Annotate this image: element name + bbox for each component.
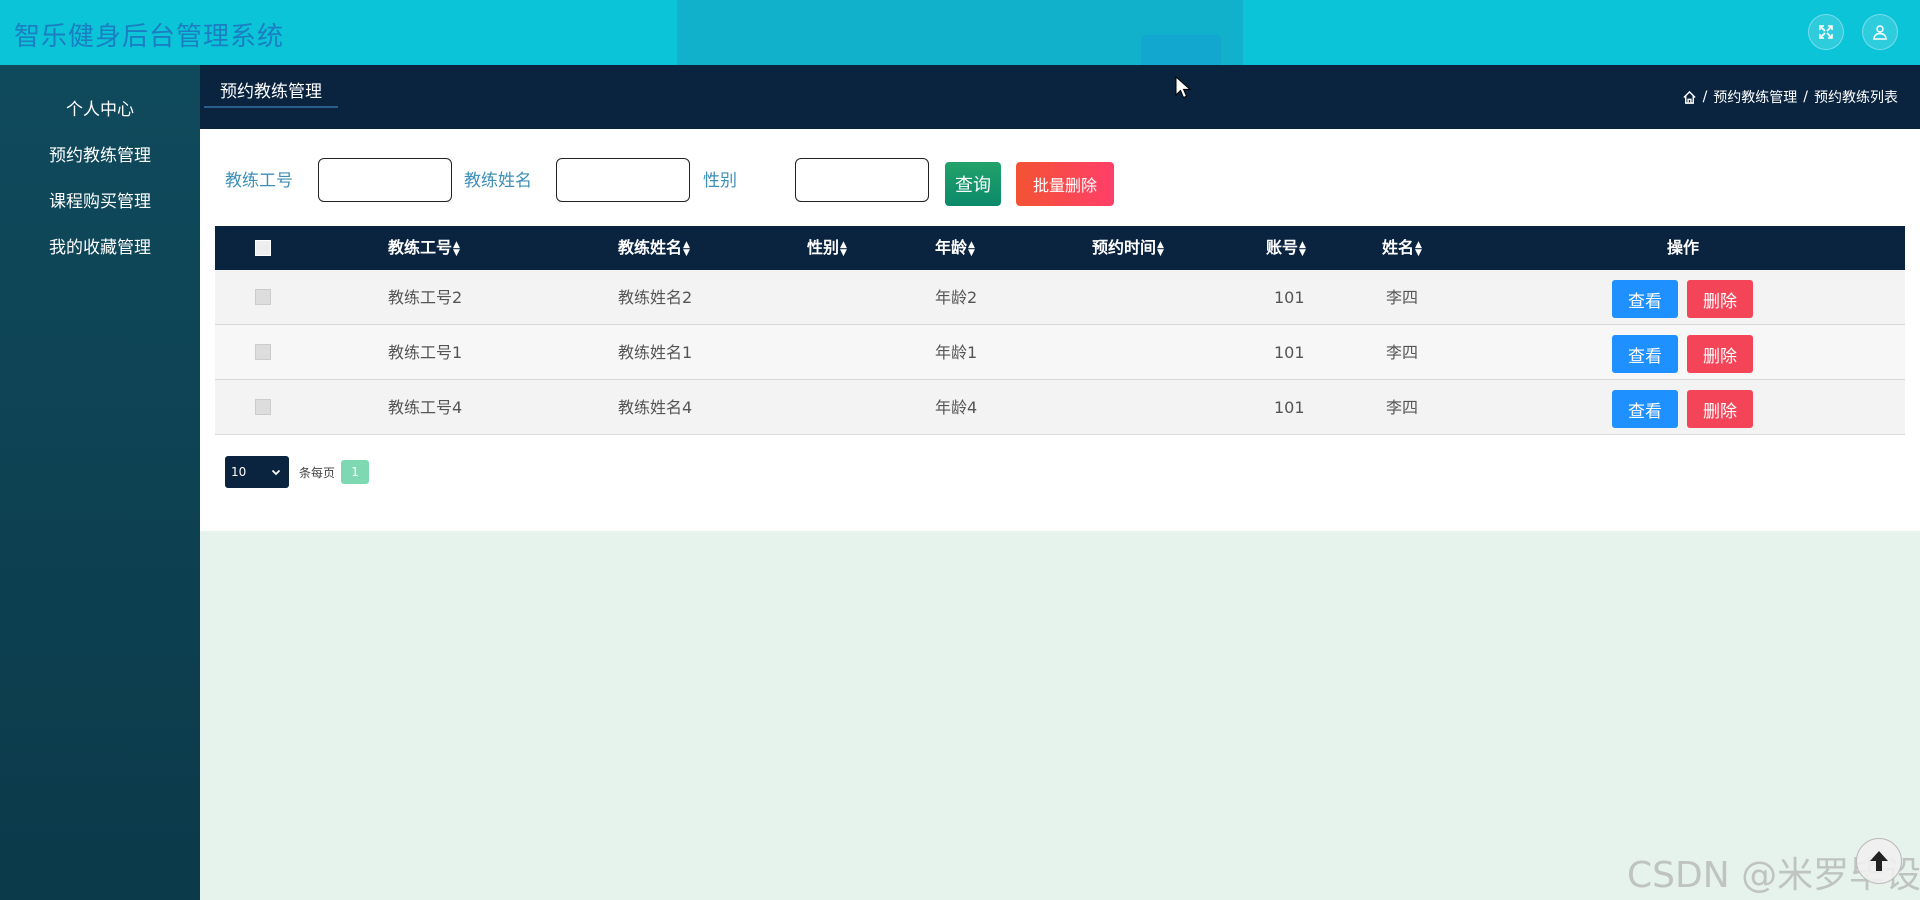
cell-age: 年龄4 [935,398,978,417]
per-page-label: 条每页 [299,465,336,480]
sort-icon: ▲ ▼ [840,239,847,258]
cell-name: 李四 [1386,288,1419,307]
cell-coach-no: 教练工号1 [388,343,463,362]
sort-icon: ▲ ▼ [1157,239,1164,258]
select-all-checkbox[interactable] [255,240,271,256]
cell-age: 年龄2 [935,288,978,307]
coach-no-input[interactable] [318,158,452,202]
column-header-label: 性别 [807,238,840,257]
table-row: 教练工号1 教练姓名1 年龄1 101 李四 查看 删除 [215,325,1905,380]
page-number-current[interactable]: 1 [341,460,370,484]
column-header-name[interactable]: 姓名▲ ▼ [1382,226,1422,270]
cell-age: 年龄1 [935,343,978,362]
delete-button[interactable]: 删除 [1687,390,1753,428]
table-header: 教练工号▲ ▼ 教练姓名▲ ▼ 性别▲ ▼ 年龄▲ ▼ 预约时间▲ ▼ 账号▲ ▼ 姓名▲ ▼… [215,226,1905,270]
column-header-label: 教练姓名 [618,238,683,257]
sidebar-item-profile[interactable]: 个人中心 [0,84,200,130]
coach-name-label: 教练姓名 [464,171,532,191]
cell-account: 101 [1274,398,1305,417]
breadcrumb: / 预约教练管理 / 预约教练列表 [1682,87,1898,107]
query-button[interactable]: 查询 [945,162,1001,206]
view-button[interactable]: 查看 [1612,335,1678,373]
page-size-value: 10 [231,465,247,479]
mouse-cursor-icon [1175,76,1191,99]
user-icon [1873,25,1887,40]
column-header-account[interactable]: 账号▲ ▼ [1266,226,1306,270]
coach-name-input[interactable] [556,158,690,202]
batch-delete-button[interactable]: 批量删除 [1016,162,1114,206]
chevron-down-icon [271,469,281,476]
table-row: 教练工号2 教练姓名2 年龄2 101 李四 查看 删除 [215,270,1905,325]
sort-icon: ▲ ▼ [1299,239,1306,258]
table-body: 教练工号2 教练姓名2 年龄2 101 李四 查看 删除 教练工号1 教练姓名1… [215,270,1905,435]
user-button[interactable] [1862,14,1898,50]
gender-label: 性别 [703,171,737,191]
cell-coach-name: 教练姓名1 [618,343,693,362]
column-header-booking-time[interactable]: 预约时间▲ ▼ [1092,226,1164,270]
delete-button[interactable]: 删除 [1687,335,1753,373]
coach-no-label: 教练工号 [225,171,293,191]
column-header-coach-name[interactable]: 教练姓名▲ ▼ [618,226,690,270]
fullscreen-button[interactable] [1808,14,1844,50]
sort-icon: ▲ ▼ [453,239,460,258]
sort-icon: ▲ ▼ [683,239,690,258]
back-to-top-button[interactable] [1856,838,1902,884]
column-header-label: 预约时间 [1092,238,1157,257]
sort-icon: ▲ ▼ [1415,239,1422,258]
sidebar: 个人中心 预约教练管理 课程购买管理 我的收藏管理 [0,65,200,900]
cell-coach-no: 教练工号2 [388,288,463,307]
breadcrumb-item-management[interactable]: 预约教练管理 [1713,87,1797,107]
cell-account: 101 [1274,343,1305,362]
table-row: 教练工号4 教练姓名4 年龄4 101 李四 查看 删除 [215,380,1905,435]
cell-name: 李四 [1386,398,1419,417]
cell-coach-name: 教练姓名2 [618,288,693,307]
pagination: 10 条每页 1 [225,456,370,488]
column-header-coach-no[interactable]: 教练工号▲ ▼ [388,226,460,270]
arrow-up-icon [1870,851,1888,871]
breadcrumb-item-list: 预约教练列表 [1814,90,1898,106]
column-header-label: 账号 [1266,238,1299,257]
view-button[interactable]: 查看 [1612,280,1678,318]
gender-input[interactable] [795,158,929,202]
fullscreen-icon [1819,25,1833,39]
breadcrumb-separator: / [1702,89,1708,105]
main-content: 教练工号 教练姓名 性别 查询 批量删除 教练工号▲ ▼ 教练姓名▲ ▼ 性别▲ ▼ … [200,129,1920,531]
delete-button[interactable]: 删除 [1687,280,1753,318]
column-header-label: 姓名 [1382,238,1415,257]
row-checkbox[interactable] [255,344,271,360]
page-size-select[interactable]: 10 [225,456,289,488]
column-header-actions: 操作 [1667,238,1700,257]
sidebar-item-coach-booking[interactable]: 预约教练管理 [0,130,200,176]
cell-coach-no: 教练工号4 [388,398,463,417]
row-checkbox[interactable] [255,289,271,305]
column-header-label: 年龄 [935,238,968,257]
home-icon[interactable] [1682,90,1697,105]
column-header-age[interactable]: 年龄▲ ▼ [935,226,975,270]
cell-coach-name: 教练姓名4 [618,398,693,417]
top-bar: 预约教练管理 / 预约教练管理 / 预约教练列表 [200,65,1920,129]
app-title: 智乐健身后台管理系统 [14,22,285,52]
view-button[interactable]: 查看 [1612,390,1678,428]
tab-coach-booking[interactable]: 预约教练管理 [204,76,338,108]
cell-name: 李四 [1386,343,1419,362]
sort-icon: ▲ ▼ [968,239,975,258]
sidebar-item-course-purchase[interactable]: 课程购买管理 [0,176,200,222]
sidebar-item-favorites[interactable]: 我的收藏管理 [0,222,200,268]
coach-booking-table: 教练工号▲ ▼ 教练姓名▲ ▼ 性别▲ ▼ 年龄▲ ▼ 预约时间▲ ▼ 账号▲ ▼ 姓名▲ ▼… [215,226,1905,435]
breadcrumb-separator: / [1803,89,1808,105]
column-header-gender[interactable]: 性别▲ ▼ [807,226,847,270]
column-header-label: 教练工号 [388,238,453,257]
row-checkbox[interactable] [255,399,271,415]
cell-account: 101 [1274,288,1305,307]
app-header: 智乐健身后台管理系统 [0,0,1920,94]
